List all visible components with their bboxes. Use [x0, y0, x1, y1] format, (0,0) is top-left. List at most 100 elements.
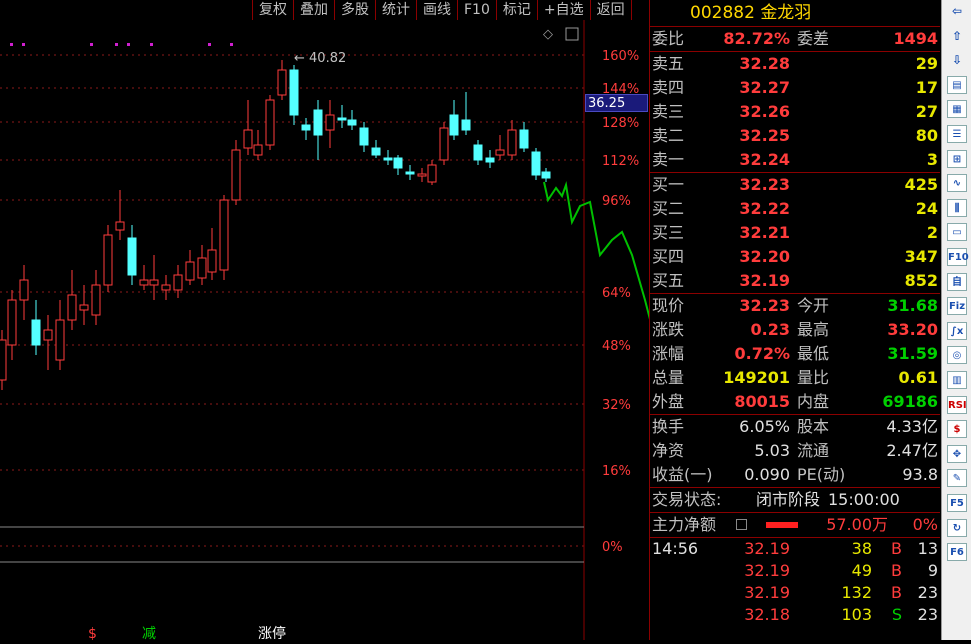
toolbar-button[interactable]: 多股: [334, 0, 375, 20]
info-label: 流通: [797, 441, 830, 460]
info-value: 5.03: [754, 441, 790, 460]
candle-body: [103, 234, 113, 286]
toolbar-button[interactable]: 统计: [375, 0, 416, 20]
order-price: 32.19: [739, 271, 790, 290]
f10-icon[interactable]: F10: [947, 248, 969, 266]
info-section: 换手 6.05% 股本 4.33亿 净资 5.03 流通 2.47亿 收益(一) 0.090 PE(…: [650, 415, 940, 488]
candle-body: [139, 279, 149, 286]
candle-body: [541, 171, 551, 179]
f5-icon[interactable]: F5: [947, 494, 967, 512]
bar-chart-icon[interactable]: ▤: [947, 75, 967, 94]
quote-section: 现价 32.23 今开 31.68 涨跌 0.23 最高 33.20 涨幅 0.72% 最低 31.5…: [650, 294, 940, 415]
order-price: 32.23: [739, 175, 790, 194]
tick-list[interactable]: 14:56 32.19 38 B 13 32.19 49 B 9 32.19 132 B 23 32.18…: [650, 538, 940, 626]
buy-orders: 买一 32.23 425 买二 32.22 24 买三 32.21 2 买四 32.20 347 买五 3…: [650, 173, 940, 294]
candle-body: [0, 339, 7, 381]
arrow-up-icon[interactable]: ⇧: [947, 27, 967, 45]
toolbar-button[interactable]: F10: [457, 0, 496, 20]
line-icon[interactable]: ∿: [947, 174, 967, 193]
candle-body: [67, 294, 77, 321]
main-net-label: 主力净额: [652, 515, 717, 534]
arrow-left-icon[interactable]: ⇦: [947, 2, 967, 20]
order-volume: 29: [915, 54, 938, 73]
order-price: 32.22: [739, 199, 790, 218]
quote-value: 69186: [882, 392, 938, 411]
refresh2-icon[interactable]: ↻: [947, 518, 967, 537]
order-label: 卖二: [652, 126, 685, 145]
order-volume: 17: [915, 78, 938, 97]
toolbar-button[interactable]: 画线: [416, 0, 457, 20]
candle-icon[interactable]: ⫼: [947, 198, 967, 217]
candle-body: [371, 147, 381, 156]
order-volume: 3: [926, 150, 938, 169]
candle-body: [185, 261, 195, 281]
rsi-icon[interactable]: RSI: [947, 395, 967, 414]
notes-icon[interactable]: ▭: [947, 223, 967, 242]
kline-chart[interactable]: 160% 144% 128% 112% 96% 64% 48% 32% 16% 0% ← 40.82…: [0, 0, 661, 642]
status-value: 闭市阶段: [756, 490, 821, 509]
toolbar-button[interactable]: 返回: [589, 0, 632, 20]
tick-direction: B: [891, 539, 902, 558]
candle-body: [127, 237, 137, 276]
status-label: 交易状态:: [652, 490, 722, 509]
main-net-section: 主力净额 57.00万 0%: [650, 513, 940, 538]
fiz-icon[interactable]: Fiz: [947, 297, 967, 316]
order-row: 买二 32.22 24: [650, 197, 940, 221]
list-icon[interactable]: ☰: [947, 125, 967, 143]
vol-icon[interactable]: ▥: [947, 371, 967, 389]
marker-dot: [10, 43, 13, 46]
toolbar-button[interactable]: 复权: [252, 0, 293, 20]
info-label: PE(动): [797, 465, 846, 484]
f6-icon[interactable]: F6: [947, 543, 967, 562]
order-row: 卖二 32.25 80: [650, 124, 940, 148]
info-row: 换手 6.05% 股本 4.33亿: [650, 415, 940, 439]
arrow-down-icon[interactable]: ⇩: [947, 51, 967, 69]
candle-body: [473, 144, 483, 161]
order-price: 32.24: [739, 150, 790, 169]
y-tick-label: 0%: [602, 540, 623, 555]
quote-row: 现价 32.23 今开 31.68: [650, 294, 940, 318]
quote-label: 现价: [652, 296, 685, 315]
stock-code: 002882: [690, 3, 755, 23]
grid-icon[interactable]: ▦: [947, 100, 967, 119]
info-row: 收益(一) 0.090 PE(动) 93.8: [650, 463, 940, 487]
candle-body: [19, 279, 29, 301]
tick-count: 13: [917, 539, 938, 558]
zi-icon[interactable]: 自: [947, 272, 967, 291]
toolbar-button[interactable]: 标记: [495, 0, 537, 20]
main-net-pct: 0%: [912, 515, 938, 534]
move-icon[interactable]: ✥: [947, 444, 967, 463]
order-price: 32.27: [739, 78, 790, 97]
tick-count: 9: [927, 561, 938, 580]
tick-direction: B: [891, 561, 902, 580]
fx-icon[interactable]: ∫x: [947, 321, 967, 340]
candle-body: [485, 157, 495, 163]
signal-marker: 涨停: [258, 625, 286, 640]
order-volume: 425: [904, 175, 938, 194]
pen-icon[interactable]: ✎: [947, 469, 967, 488]
info-label: 净资: [652, 441, 685, 460]
candle-body: [219, 199, 229, 271]
trade-status: 交易状态: 闭市阶段 15:00:00: [650, 488, 940, 513]
toolbar-button[interactable]: +自选: [536, 0, 590, 20]
quote-row: 总量 149201 量比 0.61: [650, 366, 940, 390]
tick-volume: 103: [841, 605, 872, 624]
refresh-icon[interactable]: ◎: [947, 346, 967, 365]
order-row: 卖三 32.26 27: [650, 100, 940, 124]
chart-icon[interactable]: ⊞: [947, 149, 967, 168]
tick-time: 14:56: [652, 539, 699, 558]
current-price-badge: 36.25: [585, 94, 648, 112]
candle-body: [231, 149, 241, 201]
list-icon[interactable]: [736, 519, 747, 530]
info-row: 净资 5.03 流通 2.47亿: [650, 439, 940, 463]
candle-body: [439, 127, 449, 161]
y-tick-label: 64%: [602, 286, 631, 301]
toolbar-button[interactable]: 叠加: [293, 0, 334, 20]
order-row: 卖一 32.24 3: [650, 148, 940, 172]
candle-body: [427, 164, 437, 183]
y-tick-label: 160%: [602, 49, 639, 64]
window-icon: [565, 27, 579, 41]
dollar-icon[interactable]: $: [947, 420, 967, 439]
quote-value: 80015: [734, 392, 790, 411]
order-volume: 24: [915, 199, 938, 218]
